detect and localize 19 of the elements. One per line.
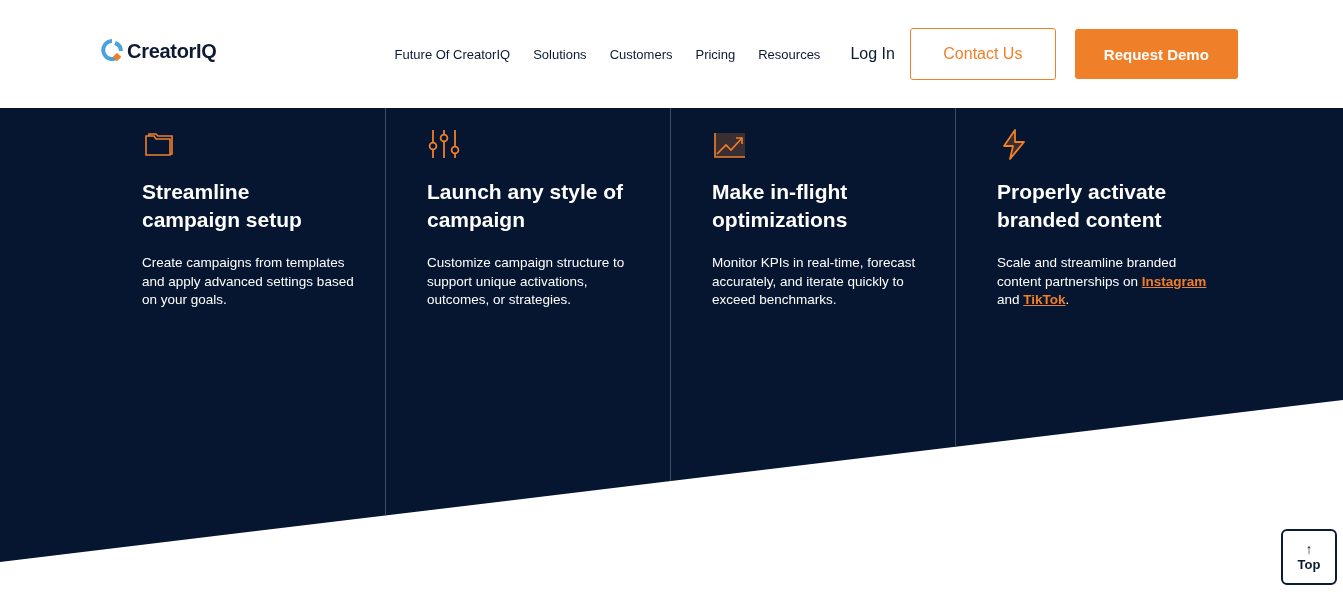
feature-description: Create campaigns from templates and apply advanced settings based on your goals. (142, 254, 354, 309)
nav-link[interactable]: Future Of CreatorIQ (394, 46, 511, 62)
feature-title: Streamline campaign setup (142, 179, 303, 233)
text-link[interactable]: Instagram (1141, 273, 1207, 289)
nav-link[interactable]: Pricing (695, 46, 736, 62)
feature-description: Scale and streamline branded content partnerships on Instagram and TikTok. (997, 254, 1208, 309)
feature-title: Launch any style of campaign (427, 179, 625, 233)
logo-icon[interactable] (101, 39, 123, 63)
nav-link[interactable]: Resources (758, 46, 821, 62)
feature-description: Customize campaign structure to support unique activations, outcomes, or strategies. (427, 254, 626, 309)
login-link[interactable]: Log In (850, 45, 895, 63)
back-to-top-button[interactable]: ↑ Top (1281, 529, 1337, 585)
text-link[interactable]: TikTok (1023, 292, 1066, 307)
nav-link[interactable]: Customers (609, 46, 673, 62)
feature-description: Monitor KPIs in real-time, forecast accurately, and iterate quickly to exceed benchmarks. (712, 254, 917, 309)
logo-text[interactable]: CreatorIQ (127, 39, 217, 63)
feature-title: Properly activate branded content (997, 179, 1168, 233)
feature-title: Make in-flight optimizations (712, 179, 849, 233)
nav-link[interactable]: Solutions (533, 46, 587, 62)
